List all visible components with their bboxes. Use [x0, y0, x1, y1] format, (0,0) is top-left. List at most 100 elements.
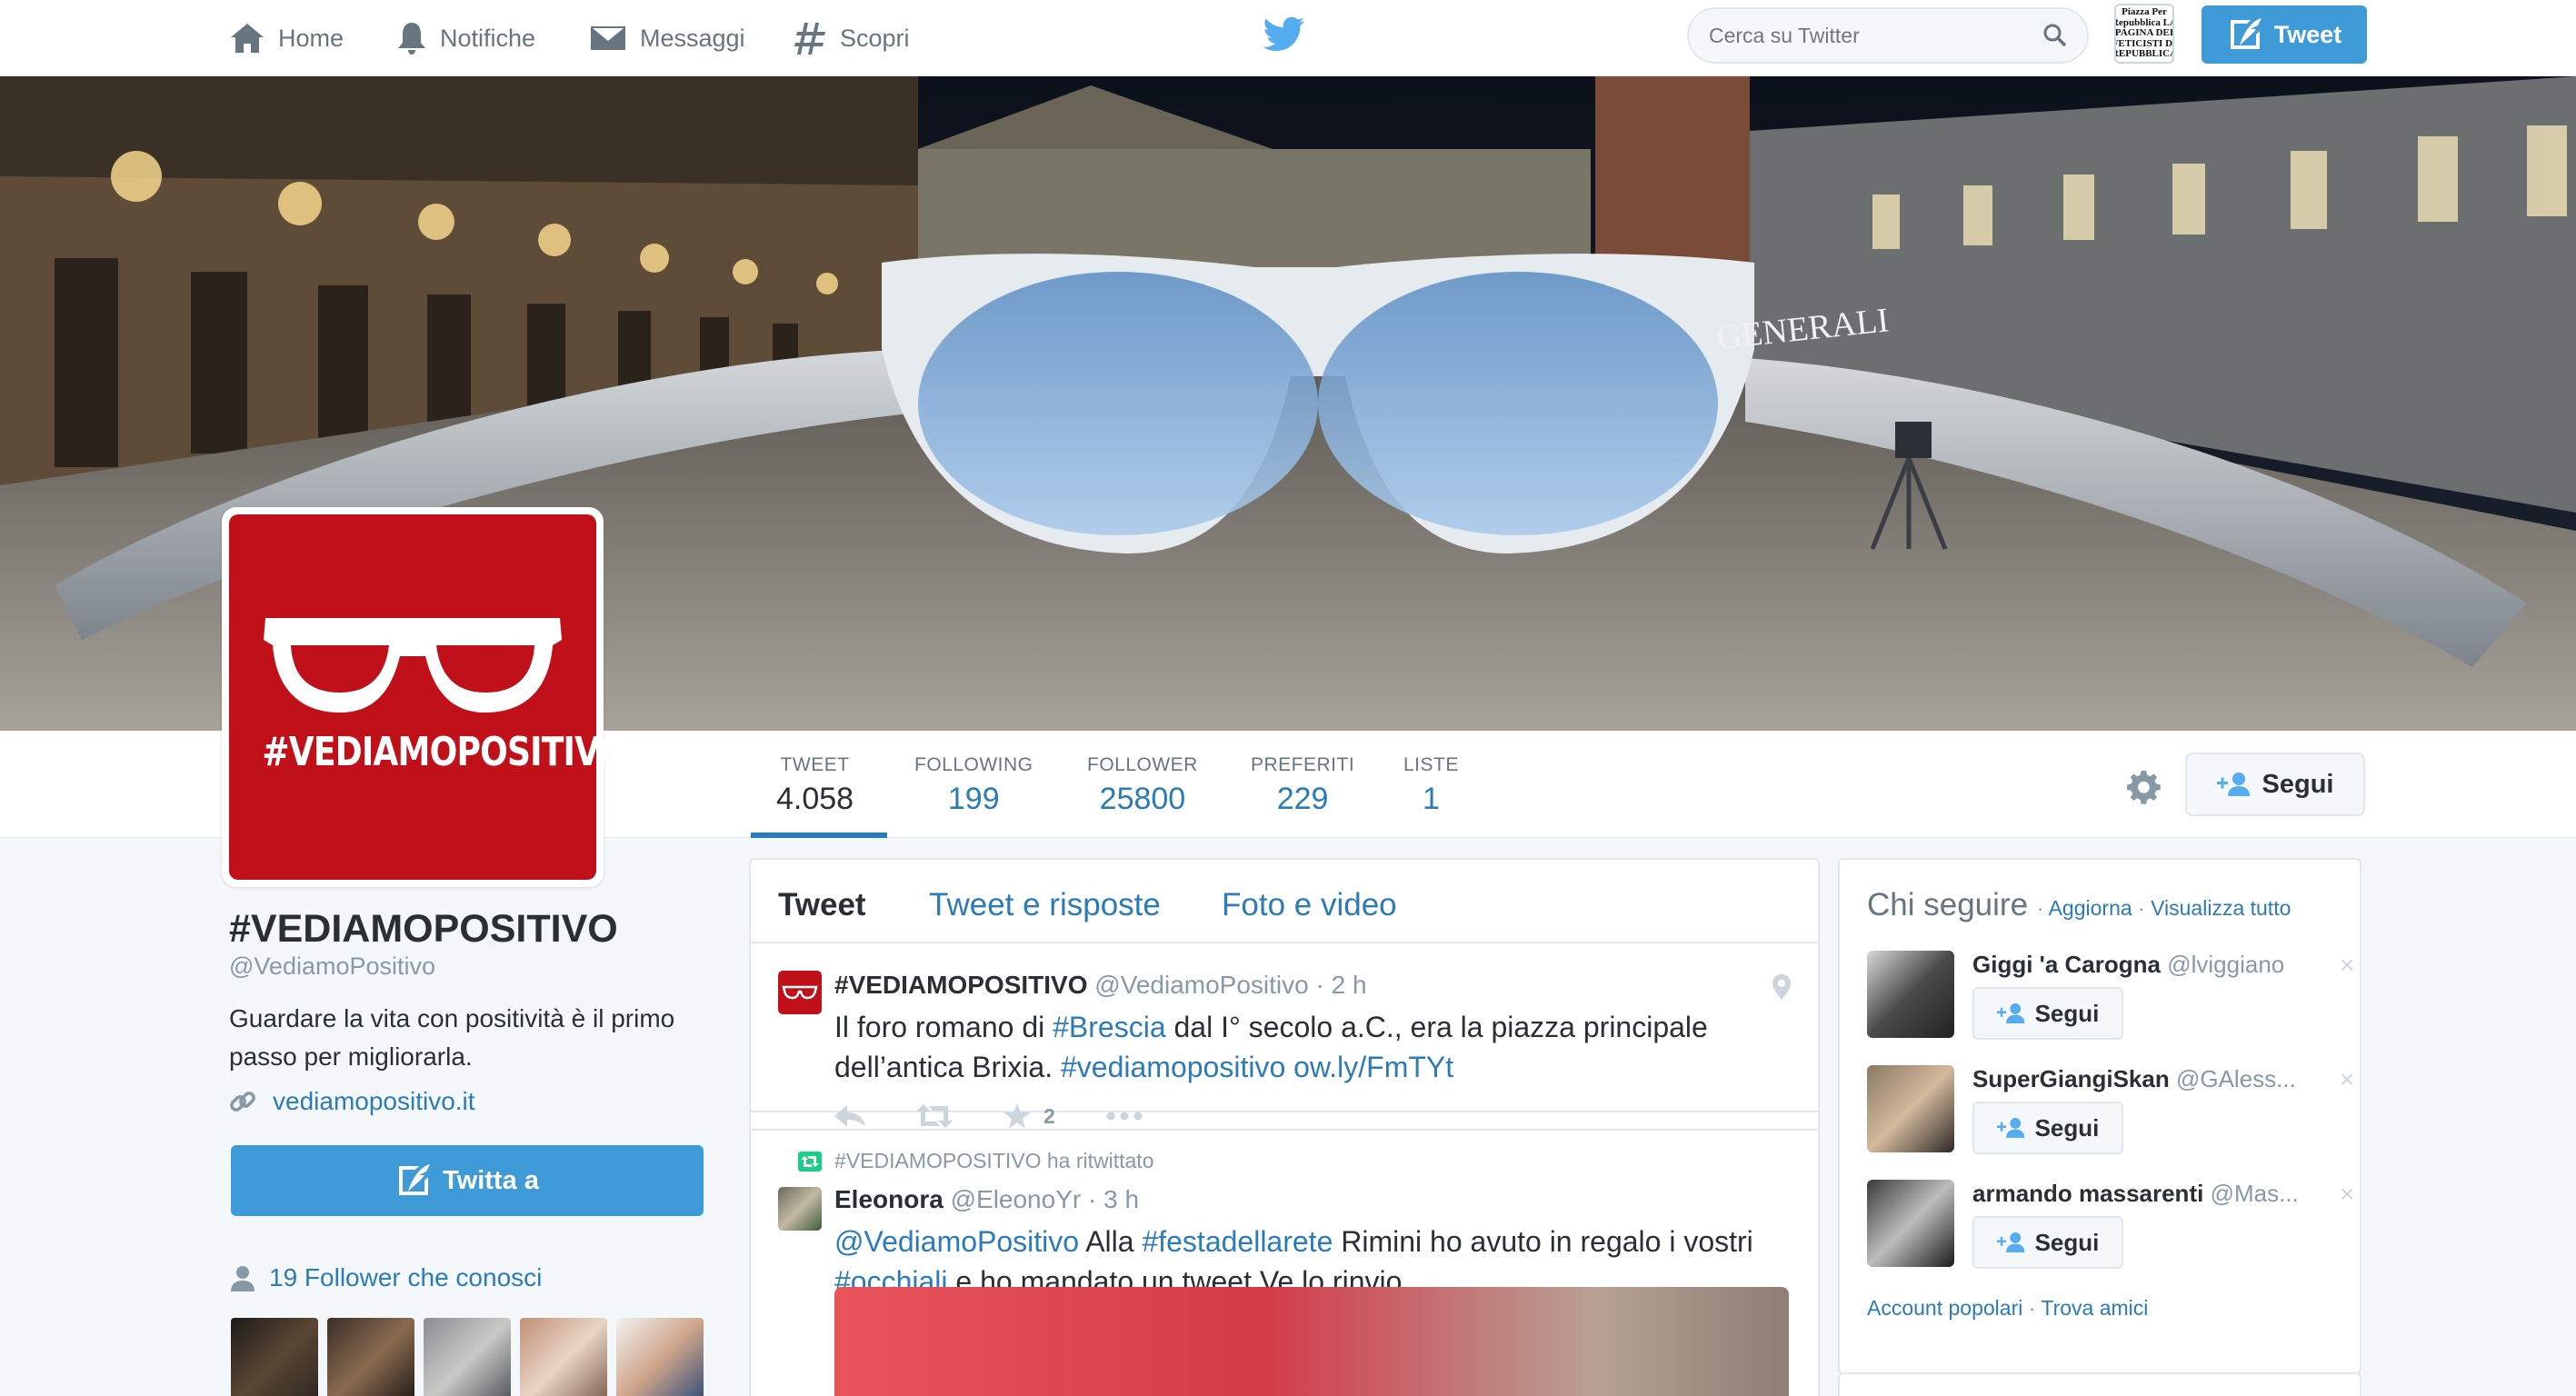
home-icon [231, 24, 264, 53]
find-friends-link[interactable]: Trova amici [2041, 1296, 2148, 1320]
timeline-tabs: Tweet Tweet e risposte Foto e video [751, 860, 1818, 943]
stat-favorites-value: 229 [1276, 782, 1329, 816]
nav-messages[interactable]: Messaggi [589, 16, 745, 60]
tweet-text-part: Alla [1079, 1225, 1143, 1258]
suggestion-handle: @GAless... [2175, 1065, 2296, 1092]
retweet-context-label[interactable]: #VEDIAMOPOSITIVO ha ritwittato [834, 1149, 1154, 1173]
tweet-actions: 2 [834, 1103, 1193, 1129]
envelope-icon [591, 26, 625, 50]
follower-avatar[interactable] [231, 1318, 318, 1396]
follower-avatar[interactable] [424, 1318, 511, 1396]
tweet-avatar[interactable] [778, 971, 822, 1014]
suggestion-name-line[interactable]: Giggi 'a Carogna @lviggiano [1972, 951, 2318, 979]
suggestion-follow-button[interactable]: Segui [1972, 1102, 2123, 1154]
suggestion-name: SuperGiangiSkan [1972, 1065, 2170, 1092]
follow-button[interactable]: Segui [2185, 753, 2365, 816]
suggestion-follow-button[interactable]: Segui [1972, 1216, 2123, 1269]
tweet-avatar[interactable] [778, 1187, 822, 1231]
tweet-author-handle[interactable]: @VediamoPositivo [1094, 971, 1308, 999]
search-icon[interactable] [2043, 24, 2067, 47]
suggestion-follow-label: Segui [2034, 999, 2100, 1027]
account-avatar[interactable]: Piazza Per Repubblica LA PAGINA DEI FETI… [2114, 4, 2174, 64]
follow-user-icon [1996, 1232, 2024, 1252]
suggestion-name-line[interactable]: SuperGiangiSkan @GAless... [1972, 1065, 2318, 1093]
dismiss-icon[interactable]: × [2340, 951, 2354, 980]
favorite-action[interactable]: 2 [1003, 1103, 1055, 1129]
tweet-author-name[interactable]: #VEDIAMOPOSITIVO [834, 971, 1088, 999]
gear-icon[interactable] [2127, 769, 2163, 805]
known-followers-thumbs [231, 1318, 704, 1396]
tweet-time[interactable]: · 2 h [1316, 971, 1367, 999]
avatar-logo: #VEDIAMOPOSITIVO [229, 514, 626, 880]
glasses-logo-icon [264, 618, 562, 713]
stat-followers-value: 25800 [1099, 782, 1186, 816]
hashtag-link[interactable]: #vediamopositivo [1061, 1051, 1285, 1083]
nav-home-label: Home [278, 24, 344, 52]
hashtag-link[interactable]: #festadellarete [1142, 1225, 1333, 1258]
followers-you-know[interactable]: 19 Follower che conosci [229, 1263, 542, 1292]
search-box[interactable] [1687, 7, 2089, 64]
profile-website[interactable]: vediamopositivo.it [229, 1087, 475, 1116]
followers-you-know-label: 19 Follower che conosci [269, 1263, 543, 1291]
nav-discover[interactable]: Scopri [794, 16, 910, 60]
suggestion-avatar[interactable] [1867, 1180, 1954, 1267]
bell-icon [398, 23, 425, 55]
tab-tweets-replies[interactable]: Tweet e risposte [929, 887, 1161, 923]
dismiss-icon[interactable]: × [2340, 1065, 2354, 1094]
tab-tweets[interactable]: Tweet [778, 887, 866, 923]
reply-action[interactable] [834, 1105, 865, 1127]
suggestion-name: armando massarenti [1972, 1180, 2204, 1207]
stat-lists[interactable]: LISTE 1 [1403, 754, 1459, 817]
tweet[interactable]: #VEDIAMOPOSITIVO @VediamoPositivo · 2 h … [751, 943, 1818, 1129]
tweet[interactable]: #VEDIAMOPOSITIVO ha ritwittato Eleonora … [751, 1129, 1818, 1396]
stat-followers[interactable]: FOLLOWER 25800 [1087, 754, 1198, 817]
tweet-author-name[interactable]: Eleonora [834, 1185, 944, 1213]
nav-notifications[interactable]: Notifiche [396, 16, 535, 60]
glasses-logo-icon [782, 985, 818, 1000]
suggestion-avatar[interactable] [1867, 1065, 1954, 1152]
refresh-link[interactable]: Aggiorna [2049, 896, 2132, 920]
nav-messages-label: Messaggi [640, 24, 745, 52]
stat-following[interactable]: FOLLOWING 199 [914, 754, 1033, 817]
tweet-time[interactable]: · 3 h [1088, 1185, 1139, 1213]
tweet-author-handle[interactable]: @EleonoYr [951, 1185, 1082, 1213]
top-nav: Home Notifiche Messaggi Scopri Piazza Pe… [0, 0, 2576, 76]
suggestion-follow-label: Segui [2034, 1228, 2100, 1256]
view-all-link[interactable]: Visualizza tutto [2151, 896, 2291, 920]
stat-followers-label: FOLLOWER [1087, 754, 1198, 775]
follower-avatar[interactable] [616, 1318, 704, 1396]
retweet-action[interactable] [916, 1104, 953, 1128]
stat-tweets[interactable]: TWEET 4.058 [776, 754, 854, 817]
avatar-hashtag-text: #VEDIAMOPOSITIVO [262, 729, 626, 775]
search-input[interactable] [1709, 23, 2043, 48]
tweet-media-image[interactable] [834, 1287, 1789, 1396]
popular-accounts-link[interactable]: Account popolari [1867, 1296, 2022, 1320]
more-action[interactable] [1106, 1112, 1143, 1121]
suggestion-item: SuperGiangiSkan @GAless... Segui × [1867, 1065, 2354, 1160]
location-pin-icon[interactable] [1772, 974, 1791, 1000]
tab-photos-videos[interactable]: Foto e video [1222, 887, 1397, 923]
profile-name[interactable]: #VEDIAMOPOSITIVO [229, 907, 618, 952]
follower-avatar[interactable] [520, 1318, 607, 1396]
mention-link[interactable]: @VediamoPositivo [834, 1225, 1079, 1258]
nav-discover-label: Scopri [840, 24, 910, 52]
stat-favorites[interactable]: PREFERITI 229 [1251, 754, 1354, 817]
compose-tweet-button[interactable]: Tweet [2202, 5, 2367, 64]
tweet-to-button[interactable]: Twitta a [231, 1145, 704, 1216]
suggestion-item: armando massarenti @Mas... Segui × [1867, 1180, 2354, 1274]
compose-tweet-label: Tweet [2273, 20, 2342, 48]
suggestion-item: Giggi 'a Carogna @lviggiano Segui × [1867, 951, 2354, 1045]
suggestion-avatar[interactable] [1867, 951, 1954, 1038]
nav-home[interactable]: Home [229, 16, 344, 60]
person-icon [231, 1266, 255, 1291]
suggestion-name-line[interactable]: armando massarenti @Mas... [1972, 1180, 2318, 1208]
hashtag-link[interactable]: #Brescia [1053, 1011, 1166, 1043]
follower-avatar[interactable] [327, 1318, 414, 1396]
who-to-follow: Chi seguire · Aggiorna · Visualizza tutt… [1838, 858, 2361, 1374]
dismiss-icon[interactable]: × [2340, 1180, 2354, 1209]
url-link[interactable]: ow.ly/FmTYt [1285, 1051, 1453, 1083]
suggestion-follow-button[interactable]: Segui [1972, 987, 2123, 1040]
twitter-bird-icon[interactable] [1263, 16, 1305, 53]
profile-avatar[interactable]: #VEDIAMOPOSITIVO [222, 507, 626, 887]
stat-following-value: 199 [947, 782, 1000, 816]
